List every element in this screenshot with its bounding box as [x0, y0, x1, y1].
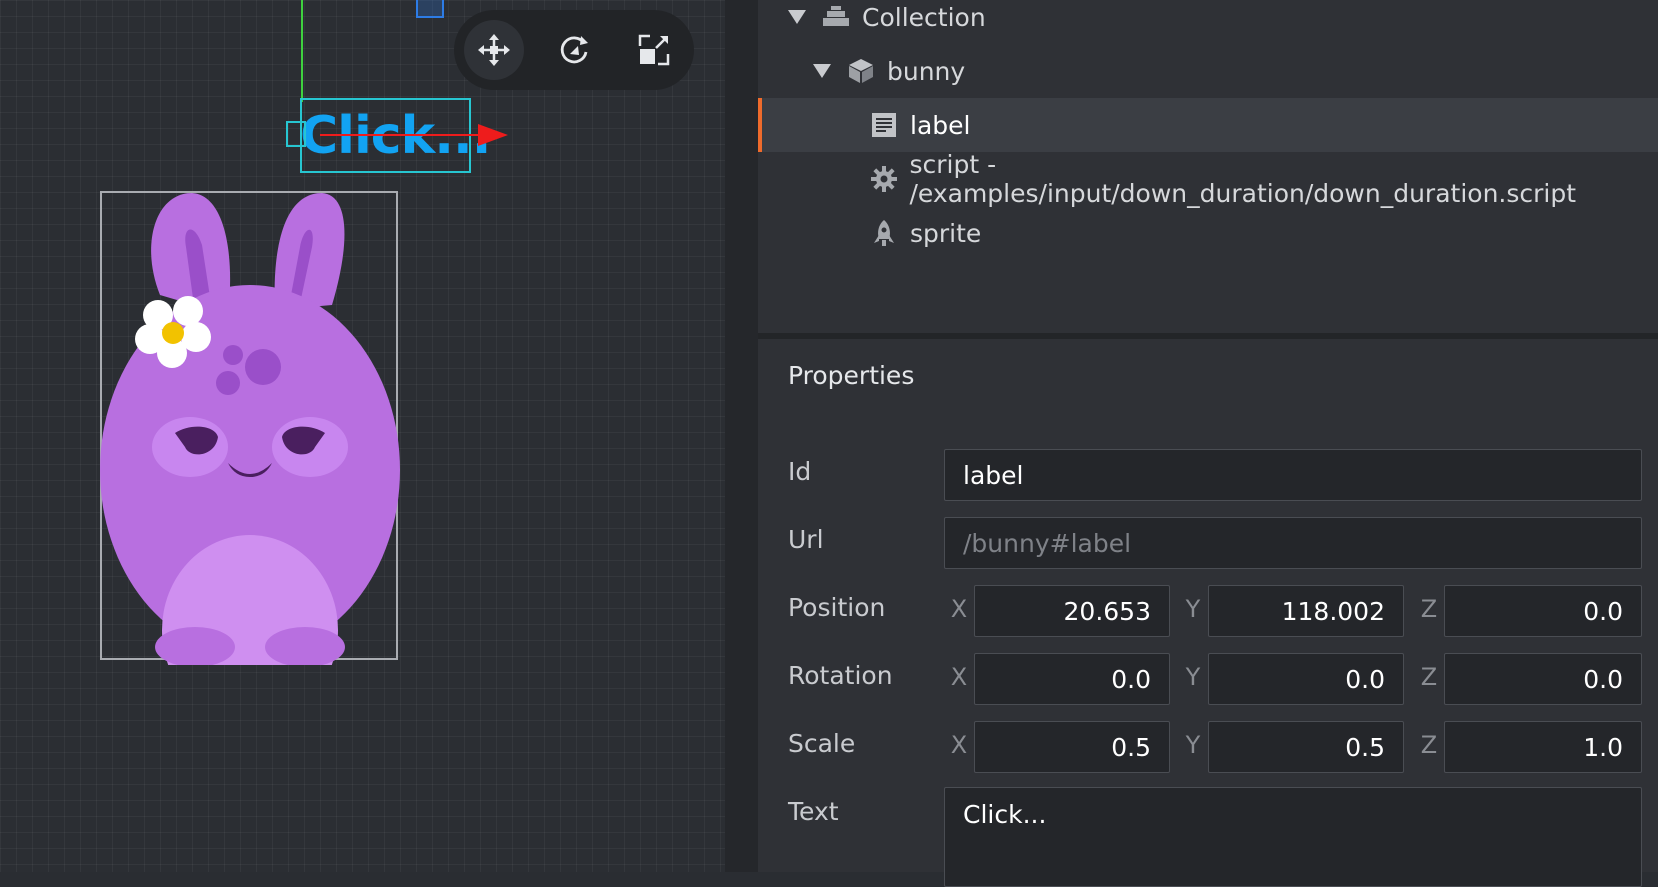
rotation-z-field[interactable]: 0.0 — [1444, 653, 1642, 705]
scale-y-field[interactable]: 0.5 — [1208, 721, 1404, 773]
scene-label-text[interactable]: Click... — [300, 104, 491, 168]
rotation-label: Rotation — [788, 661, 893, 690]
rotation-y-field[interactable]: 0.0 — [1208, 653, 1404, 705]
outline-item-label: script - /examples/input/down_duration/d… — [909, 150, 1577, 208]
move-tool-button[interactable] — [464, 20, 524, 80]
position-label: Position — [788, 593, 886, 622]
id-label: Id — [788, 457, 812, 486]
y-axis-handle[interactable] — [301, 0, 303, 102]
text-field[interactable]: Click... — [944, 787, 1642, 887]
bunny-sprite[interactable] — [100, 185, 400, 665]
collection-icon — [820, 1, 852, 33]
scale-icon — [638, 34, 670, 66]
x-axis-arrow[interactable] — [478, 124, 508, 146]
outline-item-collection[interactable]: Collection — [758, 0, 1658, 44]
y-axis-label: Y — [1185, 731, 1201, 759]
z-axis-label: Z — [1420, 595, 1438, 623]
position-z-field[interactable]: 0.0 — [1444, 585, 1642, 637]
panel-divider[interactable] — [725, 0, 758, 872]
gear-icon — [868, 163, 899, 195]
scene-viewport[interactable]: Click... — [0, 0, 725, 872]
selection-indicator — [758, 98, 762, 152]
x-axis-label: X — [950, 663, 968, 691]
y-axis-label: Y — [1185, 595, 1201, 623]
outline-panel: Collection bunny label script - /example… — [758, 0, 1658, 333]
scale-tool-button[interactable] — [624, 20, 684, 80]
outline-item-script[interactable]: script - /examples/input/down_duration/d… — [758, 150, 1658, 208]
gizmo-pivot-square[interactable] — [286, 121, 306, 147]
outline-item-label[interactable]: label — [758, 98, 1658, 152]
scale-label: Scale — [788, 729, 856, 758]
properties-title: Properties — [788, 361, 915, 390]
text-label: Text — [788, 797, 839, 826]
scale-x-field[interactable]: 0.5 — [974, 721, 1170, 773]
outline-item-label: sprite — [910, 218, 982, 248]
outline-item-label: bunny — [887, 56, 966, 86]
scale-z-field[interactable]: 1.0 — [1444, 721, 1642, 773]
rotation-x-field[interactable]: 0.0 — [974, 653, 1170, 705]
position-x-field[interactable]: 20.653 — [974, 585, 1170, 637]
x-axis-handle[interactable] — [320, 134, 480, 136]
sprite-icon — [868, 217, 900, 249]
position-y-field[interactable]: 118.002 — [1208, 585, 1404, 637]
expand-toggle-icon[interactable] — [788, 10, 806, 24]
z-axis-label: Z — [1420, 731, 1438, 759]
outline-item-label: Collection — [862, 2, 986, 32]
move-icon — [478, 34, 510, 66]
y-axis-label: Y — [1185, 663, 1201, 691]
url-field[interactable]: /bunny#label — [944, 517, 1642, 569]
outline-item-bunny[interactable]: bunny — [758, 44, 1658, 98]
expand-toggle-icon[interactable] — [813, 64, 831, 78]
x-axis-label: X — [950, 595, 968, 623]
rotate-icon — [560, 36, 588, 64]
x-axis-label: X — [950, 731, 968, 759]
rotate-tool-button[interactable] — [544, 20, 604, 80]
label-icon — [868, 109, 900, 141]
id-field[interactable]: label — [944, 449, 1642, 501]
url-label: Url — [788, 525, 824, 554]
game-object-icon — [845, 55, 877, 87]
outline-item-label: label — [910, 110, 971, 140]
z-axis-label: Z — [1420, 663, 1438, 691]
outline-item-sprite[interactable]: sprite — [758, 206, 1658, 260]
properties-panel: Properties Id label Url /bunny#label Pos… — [758, 339, 1658, 887]
plane-handle[interactable] — [416, 0, 444, 18]
manipulator-toolbar — [454, 10, 694, 90]
